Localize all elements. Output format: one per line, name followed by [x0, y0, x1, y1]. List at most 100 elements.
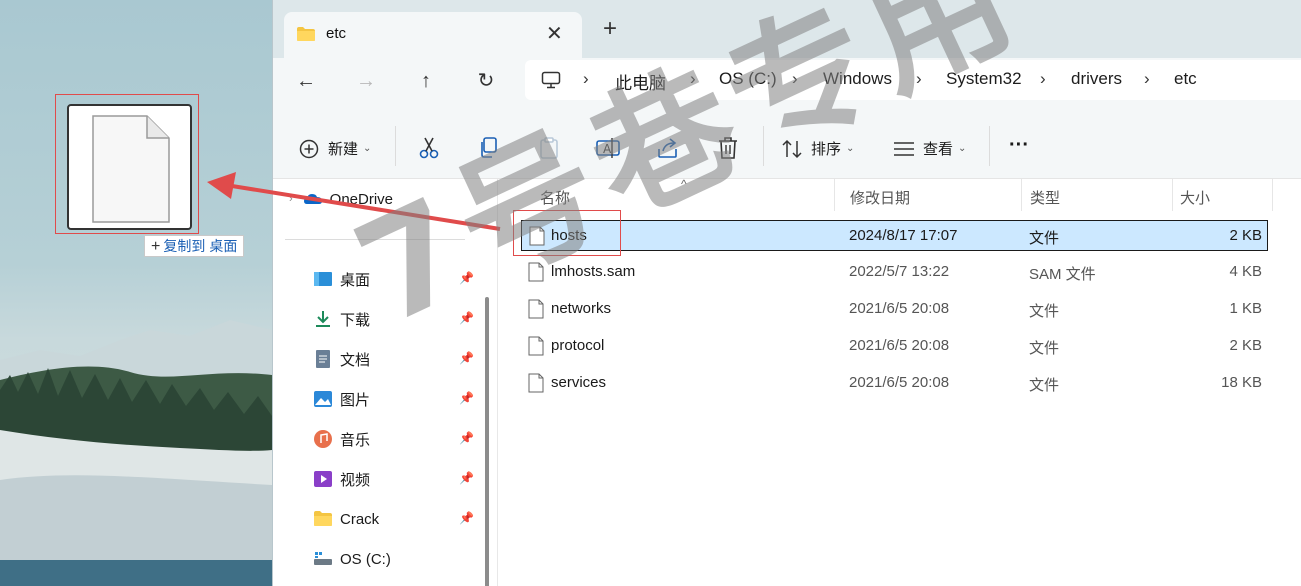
chevron-down-icon: ⌄: [958, 143, 967, 154]
nav-item-crack[interactable]: Crack: [313, 506, 379, 532]
desktop-wallpaper: + 复制到 桌面: [0, 0, 272, 586]
file-icon: [92, 115, 170, 223]
sort-ascending-icon: ^: [681, 177, 687, 191]
file-type: 文件: [1029, 377, 1060, 394]
toolbar-divider: [989, 126, 990, 166]
new-tab-button[interactable]: +: [603, 17, 617, 41]
nav-item-c-drive[interactable]: OS (C:): [313, 546, 391, 572]
copy-target-label: 桌面: [209, 238, 238, 254]
breadcrumb-c-drive[interactable]: OS (C:): [719, 69, 777, 89]
address-bar[interactable]: › 此电脑 › OS (C:) › Windows › System32 › d…: [525, 60, 1301, 100]
tab-bar: etc ✕ +: [273, 0, 1301, 58]
nav-label: 下载: [340, 311, 371, 329]
pane-splitter[interactable]: [497, 179, 498, 586]
file-row-lmhosts[interactable]: lmhosts.sam 2022/5/7 13:22 SAM 文件 4 KB: [521, 257, 1268, 288]
drag-preview-annotation: [55, 94, 199, 234]
breadcrumb-separator: ›: [1144, 69, 1150, 88]
view-label: 查看: [923, 141, 954, 158]
file-size: 1 KB: [1229, 300, 1262, 317]
column-divider[interactable]: [1021, 179, 1022, 211]
new-button[interactable]: 新建 ⌄: [299, 138, 371, 159]
computer-icon: [541, 71, 561, 89]
pin-icon: 📌: [459, 271, 474, 285]
file-type: 文件: [1029, 230, 1060, 247]
forward-button[interactable]: →: [351, 66, 381, 96]
file-modified: 2021/6/5 20:08: [849, 300, 950, 317]
copy-icon[interactable]: [476, 135, 502, 161]
hosts-highlight-annotation: [513, 210, 621, 256]
view-icon: [894, 141, 914, 156]
nav-item-desktop[interactable]: 桌面: [313, 266, 370, 292]
nav-item-music[interactable]: 音乐: [313, 426, 370, 452]
refresh-button[interactable]: ↻: [471, 66, 501, 96]
pin-icon: 📌: [459, 311, 474, 325]
sort-button[interactable]: 排序 ⌄: [781, 138, 854, 159]
back-button[interactable]: ←: [291, 66, 321, 96]
nav-item-onedrive[interactable]: › OneDrive: [289, 186, 393, 212]
column-header-modified[interactable]: 修改日期: [850, 187, 910, 208]
breadcrumb-drivers[interactable]: drivers: [1071, 69, 1122, 89]
column-divider[interactable]: [834, 179, 835, 211]
download-icon: [316, 311, 330, 327]
column-header-name[interactable]: 名称: [540, 187, 570, 208]
breadcrumb-etc[interactable]: etc: [1174, 69, 1197, 89]
file-modified: 2021/6/5 20:08: [849, 374, 950, 391]
nav-scrollbar[interactable]: [485, 297, 489, 586]
nav-item-pictures[interactable]: 图片: [313, 386, 370, 412]
file-type: 文件: [1029, 303, 1060, 320]
file-row-services[interactable]: services 2021/6/5 20:08 文件 18 KB: [521, 368, 1268, 399]
file-name: networks: [551, 300, 612, 317]
file-row-protocol[interactable]: protocol 2021/6/5 20:08 文件 2 KB: [521, 331, 1268, 362]
up-button[interactable]: ↑: [411, 66, 441, 96]
music-icon: [314, 430, 332, 448]
nav-label-onedrive: OneDrive: [329, 190, 394, 208]
document-icon: [316, 350, 330, 368]
cut-icon[interactable]: [416, 135, 442, 161]
file-icon: [528, 336, 544, 356]
paste-icon[interactable]: [536, 135, 562, 161]
pin-icon: 📌: [459, 391, 474, 405]
file-size: 2 KB: [1229, 337, 1262, 354]
wallpaper-landscape: [0, 320, 272, 586]
nav-item-videos[interactable]: 视频: [313, 466, 370, 492]
tab-title: etc: [326, 25, 347, 42]
copy-to-tooltip: + 复制到 桌面: [144, 235, 245, 257]
chevron-down-icon: ⌄: [363, 143, 372, 154]
breadcrumb-this-pc[interactable]: 此电脑: [615, 69, 666, 94]
pin-icon: 📌: [459, 511, 474, 525]
drive-icon: [314, 552, 332, 565]
more-options-button[interactable]: ···: [1009, 134, 1029, 157]
folder-icon: [297, 27, 315, 41]
chevron-right-icon: ›: [289, 193, 293, 205]
tab-etc[interactable]: etc ✕: [284, 12, 582, 58]
new-label: 新建: [328, 141, 359, 158]
column-header-type[interactable]: 类型: [1030, 187, 1060, 208]
view-button[interactable]: 查看 ⌄: [893, 138, 966, 159]
dragged-file-thumbnail[interactable]: [67, 104, 192, 230]
nav-item-documents[interactable]: 文档: [313, 346, 370, 372]
nav-label: 视频: [340, 471, 371, 489]
rename-icon[interactable]: A: [595, 135, 621, 161]
file-icon: [528, 262, 544, 282]
toolbar-divider: [763, 126, 764, 166]
nav-item-downloads[interactable]: 下载: [313, 306, 370, 332]
command-bar: 新建 ⌄ A 排序 ⌄ 查看 ⌄ ···: [273, 104, 1301, 179]
sort-label: 排序: [811, 141, 842, 158]
svg-text:A: A: [603, 142, 612, 156]
breadcrumb-separator: ›: [690, 69, 696, 88]
copy-to-label: 复制到: [163, 238, 206, 254]
share-icon[interactable]: [655, 135, 681, 161]
column-divider[interactable]: [1172, 179, 1173, 211]
delete-icon[interactable]: [715, 135, 741, 161]
column-divider[interactable]: [1272, 179, 1273, 211]
file-row-networks[interactable]: networks 2021/6/5 20:08 文件 1 KB: [521, 294, 1268, 325]
file-type: SAM 文件: [1029, 266, 1096, 283]
file-type: 文件: [1029, 340, 1060, 357]
close-tab-icon[interactable]: ✕: [546, 21, 563, 46]
breadcrumb-system32[interactable]: System32: [946, 69, 1022, 89]
file-size: 2 KB: [1229, 227, 1262, 244]
file-row-hosts[interactable]: hosts 2024/8/17 17:07 文件 2 KB: [521, 220, 1268, 251]
breadcrumb-windows[interactable]: Windows: [823, 69, 892, 89]
breadcrumb-separator: ›: [1040, 69, 1046, 88]
column-header-size[interactable]: 大小: [1180, 187, 1210, 208]
